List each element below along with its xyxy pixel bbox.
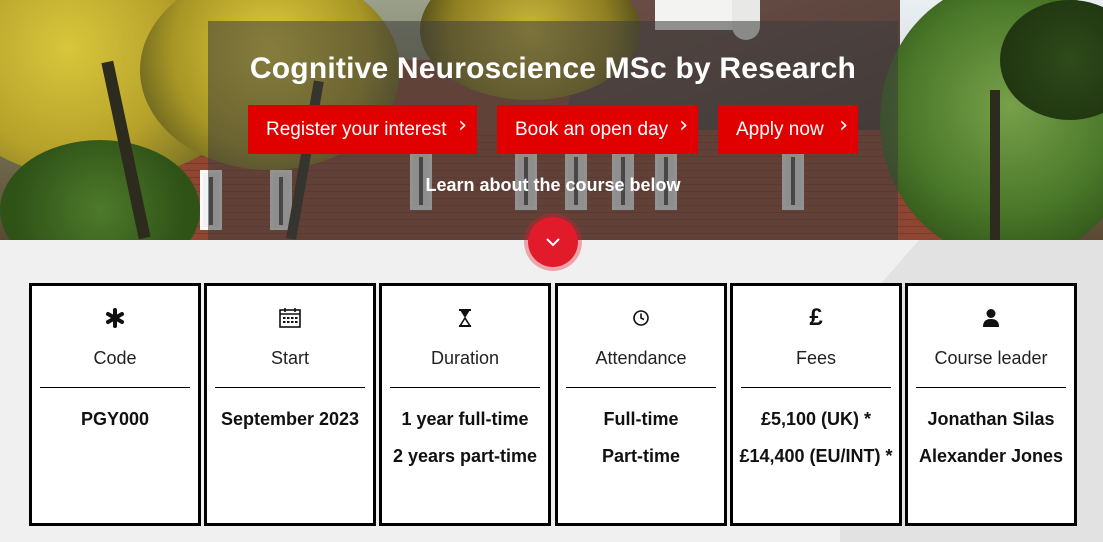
hourglass-icon bbox=[382, 306, 548, 330]
card-label: Start bbox=[270, 348, 309, 368]
card-value: 1 year full-time bbox=[401, 409, 529, 429]
chevron-right-icon: › bbox=[839, 113, 848, 138]
card-value: 2 years part-time bbox=[392, 446, 538, 466]
pound-icon: £ bbox=[809, 304, 823, 331]
card-value: Alexander Jones bbox=[918, 446, 1064, 466]
chevron-down-icon bbox=[546, 238, 560, 247]
card-value: Full-time bbox=[603, 409, 679, 429]
clock-icon bbox=[558, 306, 724, 330]
card-value: £14,400 (EU/INT) * bbox=[739, 446, 893, 466]
chevron-right-icon: › bbox=[458, 113, 467, 138]
card-label: Fees bbox=[795, 348, 837, 368]
card-label: Attendance bbox=[595, 348, 687, 368]
card-value: Part-time bbox=[601, 446, 681, 466]
info-card-start: Start September 2023 bbox=[204, 283, 376, 526]
info-card-code: Code PGY000 bbox=[29, 283, 201, 526]
book-open-day-button[interactable]: Book an open day › bbox=[497, 105, 698, 154]
card-value: Jonathan Silas bbox=[927, 409, 1055, 429]
info-card-course-leader: Course leader Jonathan Silas Alexander J… bbox=[905, 283, 1077, 526]
divider bbox=[40, 387, 190, 388]
divider bbox=[215, 387, 365, 388]
card-label: Code bbox=[93, 348, 137, 368]
card-label: Course leader bbox=[934, 348, 1048, 368]
learn-more-text: Learn about the course below bbox=[425, 175, 681, 195]
card-value: £5,100 (UK) * bbox=[760, 409, 872, 429]
page-title: Cognitive Neuroscience MSc by Research bbox=[249, 52, 857, 85]
divider bbox=[566, 387, 716, 388]
calendar-icon bbox=[207, 306, 373, 330]
info-card-duration: Duration 1 year full-time 2 years part-t… bbox=[379, 283, 551, 526]
divider bbox=[916, 387, 1066, 388]
info-card-attendance: Attendance Full-time Part-time bbox=[555, 283, 727, 526]
divider bbox=[390, 387, 540, 388]
card-value: PGY000 bbox=[80, 409, 150, 429]
person-icon bbox=[908, 306, 1074, 330]
card-label: Duration bbox=[430, 348, 500, 368]
asterisk-icon bbox=[32, 306, 198, 330]
card-value: September 2023 bbox=[220, 409, 360, 429]
divider bbox=[741, 387, 891, 388]
apply-now-button[interactable]: Apply now › bbox=[718, 105, 858, 154]
chevron-right-icon: › bbox=[679, 113, 688, 138]
scroll-down-button[interactable] bbox=[528, 217, 578, 267]
register-interest-button[interactable]: Register your interest › bbox=[248, 105, 477, 154]
info-card-fees: £ Fees £5,100 (UK) * £14,400 (EU/INT) * bbox=[730, 283, 902, 526]
